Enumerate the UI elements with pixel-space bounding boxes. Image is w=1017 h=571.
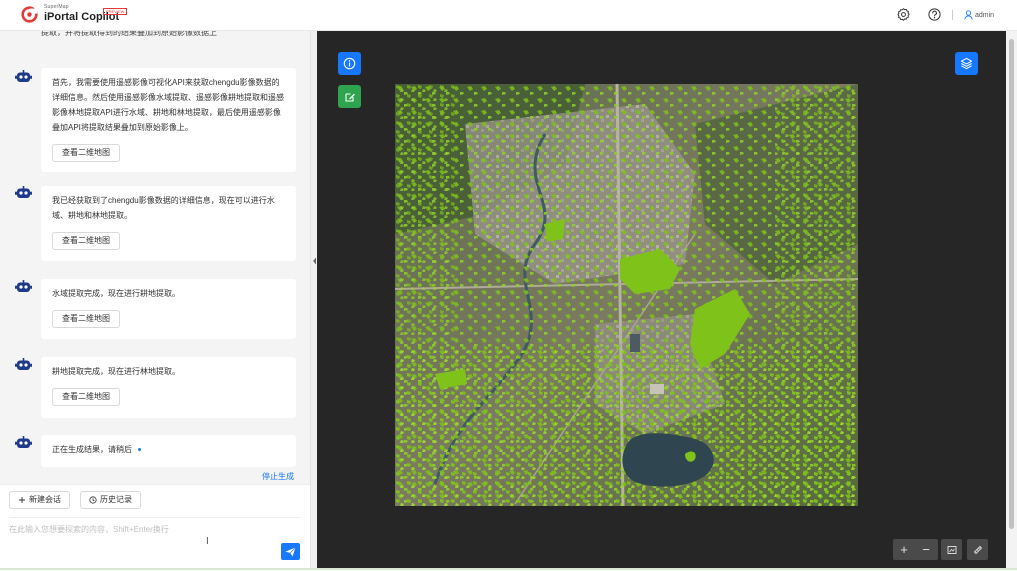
plus-icon [19,497,25,503]
robot-avatar-icon [15,280,32,292]
map-view[interactable]: + − [317,31,1006,568]
view-2d-map-button[interactable]: 查看二维地图 [52,232,120,250]
robot-avatar-icon [15,358,32,370]
user-menu[interactable]: admin [964,9,994,21]
layers-button[interactable] [955,52,978,75]
history-label: 历史记录 [100,495,132,504]
layers-icon [960,57,973,70]
stop-generating-link[interactable]: 停止生成 [262,471,294,482]
view-2d-map-button[interactable]: 查看二维地图 [52,310,120,328]
page-scrollbar[interactable] [1006,31,1017,568]
app-header: SuperMap iPortal Copilot PREVIEW admin [0,0,1017,31]
previous-message-tail: 提取，并将提取得到的结果叠加到原始影像数据上 [41,31,217,37]
edit-pencil-icon [344,92,355,102]
measure-button[interactable] [967,539,988,560]
panel-splitter[interactable] [310,31,317,568]
new-chat-label: 新建会话 [29,495,61,504]
new-chat-button[interactable]: 新建会话 [9,491,70,509]
message-bubble: 耕地提取完成，现在进行林地提取。 查看二维地图 [41,357,296,418]
help-question-icon[interactable] [927,7,942,22]
chat-panel: 提取，并将提取得到的结果叠加到原始影像数据上 首先，我需要使用遥感影像可视化AP… [0,31,310,484]
message-text: 首先，我需要使用遥感影像可视化API来获取chengdu影像数据的详细信息。然后… [52,78,284,132]
bottom-accent-line [0,568,1017,570]
copilot-logo-icon [21,6,38,23]
robot-avatar-icon [15,186,32,198]
history-clock-icon [89,496,97,504]
message-text: 水域提取完成，现在进行耕地提取。 [52,289,180,298]
user-icon [964,10,973,20]
message-bubble: 首先，我需要使用遥感影像可视化API来获取chengdu影像数据的详细信息。然后… [41,68,296,172]
message-text: 我已经获取到了chengdu影像数据的详细信息，现在可以进行水域、耕地和林地提取… [52,196,275,220]
typing-indicator [138,448,141,452]
view-2d-map-button[interactable]: 查看二维地图 [52,388,120,406]
fullscreen-button[interactable] [941,539,962,560]
scrollbar-thumb[interactable] [1009,39,1014,529]
ruler-icon [973,545,982,554]
input-divider [9,517,301,518]
message-bubble: 我已经获取到了chengdu影像数据的详细信息，现在可以进行水域、耕地和林地提取… [41,186,296,261]
message-text-row: 正在生成结果，请稍后 [52,442,285,457]
history-button[interactable]: 历史记录 [80,491,141,509]
satellite-imagery-with-extraction-overlay[interactable] [395,84,858,506]
robot-avatar-icon [15,70,32,82]
chat-input-area: 新建会话 历史记录 I [0,484,310,571]
message-text: 耕地提取完成，现在进行林地提取。 [52,367,180,376]
map-edit-button[interactable] [338,85,361,108]
brand-vendor: SuperMap [44,4,69,10]
settings-gear-icon[interactable] [896,7,911,22]
preview-badge: PREVIEW [103,8,128,15]
info-icon [343,57,356,70]
view-2d-map-button[interactable]: 查看二维地图 [52,144,120,162]
message-bubble: 正在生成结果，请稍后 [41,435,296,467]
header-divider [952,10,953,20]
chat-message-input[interactable] [9,521,279,537]
message-bubble: 水域提取完成，现在进行耕地提取。 查看二维地图 [41,279,296,339]
message-text: 正在生成结果，请稍后 [52,445,132,454]
map-info-button[interactable] [338,52,361,75]
robot-avatar-icon [15,436,32,448]
zoom-controls: + − [893,539,938,560]
text-cursor-icon: I [206,536,209,547]
zoom-out-button[interactable]: − [915,539,937,560]
user-name: admin [975,11,995,19]
zoom-in-button[interactable]: + [893,539,915,560]
send-paper-plane-icon [285,546,296,556]
extent-frame-icon [947,545,956,554]
send-button[interactable] [281,543,300,560]
